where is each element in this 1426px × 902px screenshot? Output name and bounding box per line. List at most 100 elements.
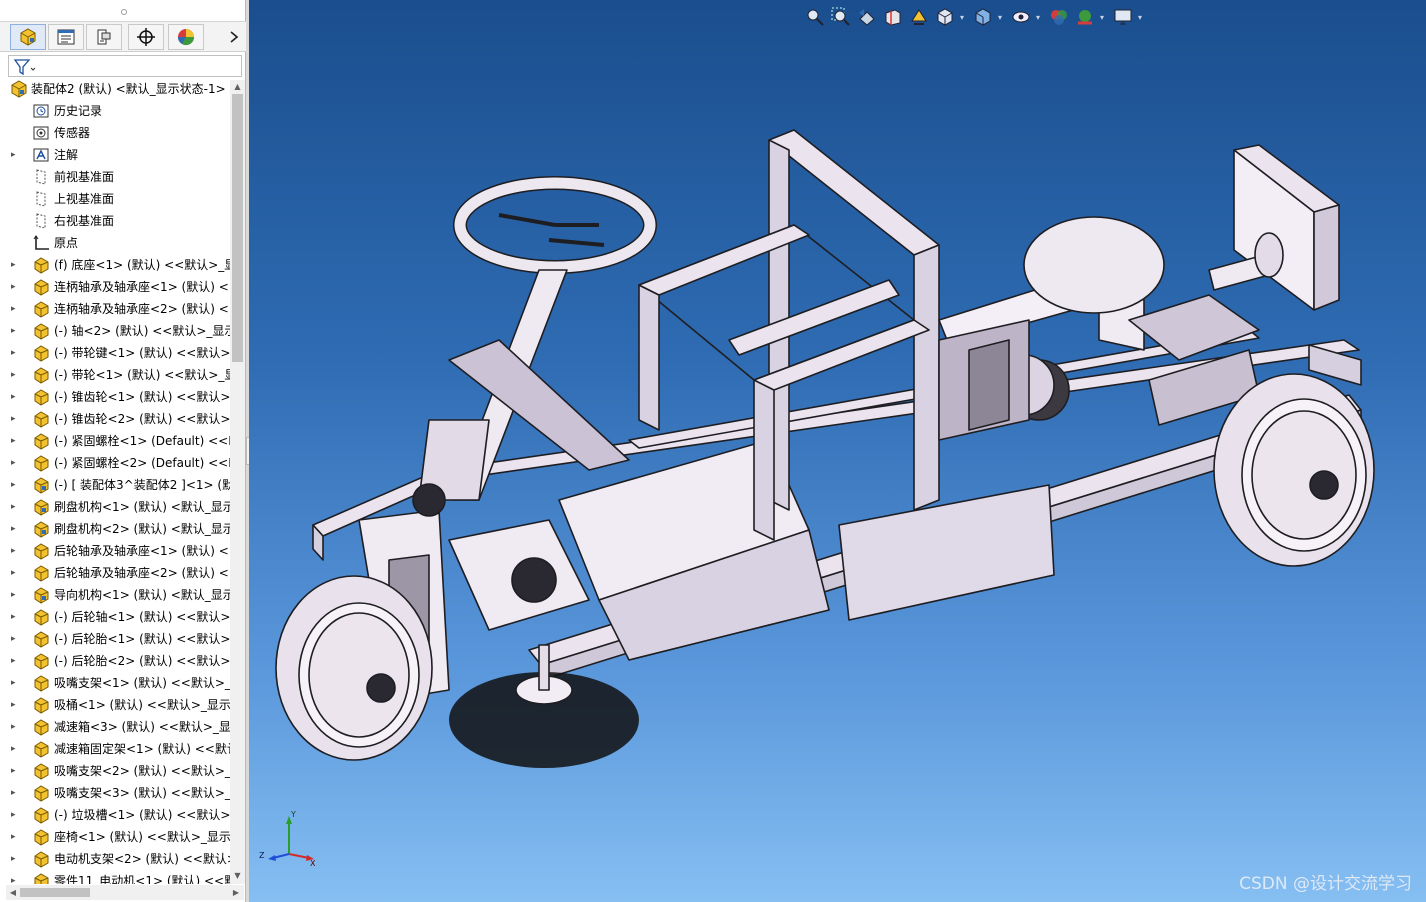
tree-item[interactable]: ▸ (-) 垃圾槽<1> (默认) <<默认>_	[0, 804, 230, 826]
tree-horizontal-scrollbar[interactable]: ◀ ▶	[6, 885, 244, 900]
tree-item[interactable]: ▸ (-) 带轮<1> (默认) <<默认>_显	[0, 364, 230, 386]
expand-arrow-icon[interactable]: ▸	[11, 545, 21, 557]
expand-arrow-icon[interactable]: ▸	[11, 369, 21, 381]
plane-icon	[32, 168, 50, 186]
tree-item[interactable]: ▸ 座椅<1> (默认) <<默认>_显示状	[0, 826, 230, 848]
part-icon	[32, 806, 50, 824]
tab-property-manager[interactable]	[48, 24, 84, 50]
tree-item-label: (-) 后轮胎<2> (默认) <<默认>_	[54, 654, 230, 668]
tree-item[interactable]: ▸ (-) 带轮键<1> (默认) <<默认>_	[0, 342, 230, 364]
assembly-icon	[32, 498, 50, 516]
tree-item[interactable]: ▸ 电动机支架<2> (默认) <<默认>_	[0, 848, 230, 870]
tree-item[interactable]: ▸ 导向机构<1> (默认) <默认_显示	[0, 584, 230, 606]
plane-icon	[32, 190, 50, 208]
tree-item[interactable]: ▸ 注解	[0, 144, 230, 166]
expand-arrow-icon[interactable]: ▸	[11, 699, 21, 711]
expand-arrow-icon[interactable]: ▸	[11, 809, 21, 821]
tree-item[interactable]: ▸ 刷盘机构<1> (默认) <默认_显示	[0, 496, 230, 518]
scrollbar-thumb[interactable]	[232, 94, 243, 362]
expand-arrow-icon[interactable]: ▸	[11, 259, 21, 271]
tab-configuration-manager[interactable]	[86, 24, 122, 50]
tab-scroll-right-button[interactable]	[226, 26, 242, 48]
tree-item[interactable]: ▸ 刷盘机构<2> (默认) <默认_显示	[0, 518, 230, 540]
expand-arrow-icon[interactable]: ▸	[11, 479, 21, 491]
expand-arrow-icon[interactable]: ▸	[11, 743, 21, 755]
expand-arrow-icon[interactable]: ▸	[11, 149, 21, 161]
expand-arrow-icon[interactable]: ▸	[11, 853, 21, 865]
tree-item[interactable]: ▸ (-) 锥齿轮<2> (默认) <<默认>_	[0, 408, 230, 430]
tree-item[interactable]: ▸ 减速箱固定架<1> (默认) <<默认	[0, 738, 230, 760]
chevron-right-icon	[230, 31, 238, 43]
tree-item[interactable]: ▸ 吸嘴支架<1> (默认) <<默认>_显	[0, 672, 230, 694]
expand-arrow-icon[interactable]: ▸	[11, 765, 21, 777]
tree-item[interactable]: ▸ 吸桶<1> (默认) <<默认>_显示状	[0, 694, 230, 716]
expand-arrow-icon[interactable]: ▸	[11, 391, 21, 403]
tree-item[interactable]: ▸ 后轮轴承及轴承座<2> (默认) <<	[0, 562, 230, 584]
display-manager-tab-icon	[177, 29, 195, 46]
tree-item[interactable]: ▸ (-) 轴<2> (默认) <<默认>_显示	[0, 320, 230, 342]
tree-vertical-scrollbar[interactable]: ▲ ▼	[230, 80, 245, 884]
tab-feature-manager[interactable]	[10, 24, 46, 50]
tree-item[interactable]: ▸ (-) 锥齿轮<1> (默认) <<默认>_	[0, 386, 230, 408]
tree-item[interactable]: ▸ 吸嘴支架<3> (默认) <<默认>_显	[0, 782, 230, 804]
sweeper-cart-3d-model[interactable]	[249, 0, 1426, 902]
expand-arrow-icon[interactable]: ▸	[11, 435, 21, 447]
expand-arrow-icon[interactable]: ▸	[11, 721, 21, 733]
tree-item[interactable]: ▸ 零件11_电动机<1> (默认) <<默	[0, 870, 230, 884]
tree-item[interactable]: ▸ 吸嘴支架<2> (默认) <<默认>_显	[0, 760, 230, 782]
assembly-icon	[32, 520, 50, 538]
expand-arrow-icon[interactable]: ▸	[11, 567, 21, 579]
expand-arrow-icon[interactable]: ▸	[11, 787, 21, 799]
panel-grip[interactable]	[0, 0, 246, 22]
expand-arrow-icon[interactable]: ▸	[11, 831, 21, 843]
tree-item[interactable]: ▸ 后轮轴承及轴承座<1> (默认) <<	[0, 540, 230, 562]
tree-item[interactable]: 原点	[0, 232, 230, 254]
tree-root-assembly[interactable]: 装配体2 (默认) <默认_显示状态-1>	[0, 78, 230, 100]
tree-item[interactable]: 历史记录	[0, 100, 230, 122]
tree-item[interactable]: 传感器	[0, 122, 230, 144]
expand-arrow-icon[interactable]: ▸	[11, 303, 21, 315]
hscrollbar-thumb[interactable]	[20, 888, 90, 897]
scroll-up-icon[interactable]: ▲	[232, 81, 243, 93]
expand-arrow-icon[interactable]: ▸	[11, 875, 21, 884]
expand-arrow-icon[interactable]: ▸	[11, 325, 21, 337]
part-icon	[32, 344, 50, 362]
tree-item[interactable]: 上视基准面	[0, 188, 230, 210]
tree-item[interactable]: 右视基准面	[0, 210, 230, 232]
expand-arrow-icon[interactable]: ▸	[11, 413, 21, 425]
filter-icon[interactable]	[13, 58, 37, 76]
rear-panel	[1233, 144, 1340, 311]
tree-item[interactable]: ▸ (-) [ 装配体3^装配体2 ]<1> (默	[0, 474, 230, 496]
expand-arrow-icon[interactable]: ▸	[11, 589, 21, 601]
tree-item[interactable]: ▸ (-) 紧固螺栓<1> (Default) <<D	[0, 430, 230, 452]
tree-item[interactable]: 前视基准面	[0, 166, 230, 188]
tree-item[interactable]: ▸ (-) 后轮胎<1> (默认) <<默认>_	[0, 628, 230, 650]
expand-arrow-icon[interactable]: ▸	[11, 523, 21, 535]
part-icon	[32, 718, 50, 736]
expand-arrow-icon[interactable]: ▸	[11, 457, 21, 469]
expand-arrow-icon[interactable]: ▸	[11, 501, 21, 513]
scroll-right-icon[interactable]: ▶	[230, 886, 242, 899]
tree-item[interactable]: ▸ 减速箱<3> (默认) <<默认>_显示	[0, 716, 230, 738]
tree-filter-field[interactable]	[8, 55, 242, 77]
expand-arrow-icon[interactable]: ▸	[11, 347, 21, 359]
scroll-left-icon[interactable]: ◀	[7, 886, 19, 899]
tab-dimxpert-manager[interactable]	[128, 24, 164, 50]
tab-display-manager[interactable]	[168, 24, 204, 50]
tree-item[interactable]: ▸ 连柄轴承及轴承座<1> (默认) <<	[0, 276, 230, 298]
tree-item[interactable]: ▸ (-) 紧固螺栓<2> (Default) <<D	[0, 452, 230, 474]
part-icon	[32, 256, 50, 274]
expand-arrow-icon[interactable]: ▸	[11, 633, 21, 645]
expand-arrow-icon[interactable]: ▸	[11, 655, 21, 667]
tree-item[interactable]: ▸ (-) 后轮轴<1> (默认) <<默认>_	[0, 606, 230, 628]
part-icon	[32, 388, 50, 406]
expand-arrow-icon[interactable]: ▸	[11, 677, 21, 689]
graphics-viewport[interactable]: ▾ ▾ ▾ ▾ ▾ Y X Z CSDN @设计交流学习	[249, 0, 1426, 902]
scroll-down-icon[interactable]: ▼	[232, 870, 243, 882]
expand-arrow-icon[interactable]: ▸	[11, 611, 21, 623]
tree-item[interactable]: ▸ (f) 底座<1> (默认) <<默认>_显	[0, 254, 230, 276]
rear-wheel-right	[1213, 373, 1375, 567]
expand-arrow-icon[interactable]: ▸	[11, 281, 21, 293]
tree-item[interactable]: ▸ (-) 后轮胎<2> (默认) <<默认>_	[0, 650, 230, 672]
tree-item[interactable]: ▸ 连柄轴承及轴承座<2> (默认) <<	[0, 298, 230, 320]
